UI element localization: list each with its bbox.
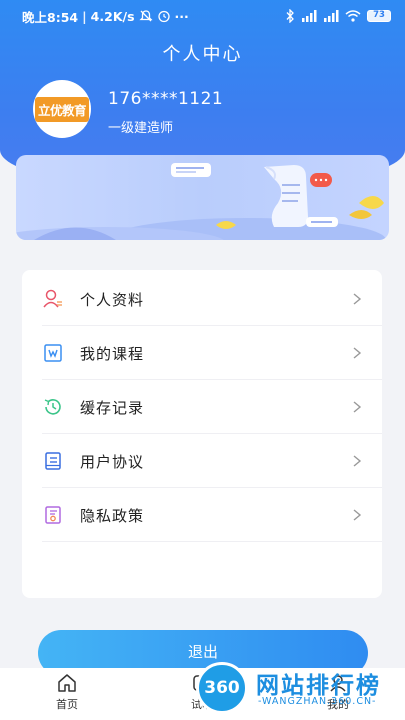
menu-item-privacy[interactable]: 隐私政策 bbox=[22, 488, 382, 542]
chevron-right-icon bbox=[353, 347, 362, 359]
menu-item-label: 隐私政策 bbox=[80, 506, 145, 525]
history-icon bbox=[44, 399, 61, 415]
home-icon bbox=[58, 674, 76, 692]
tab-label: 首页 bbox=[56, 698, 78, 711]
signal-icon bbox=[302, 10, 317, 22]
watermark-subtext: -WANGZHAN.360.CN- bbox=[258, 696, 377, 707]
agreement-icon bbox=[45, 452, 61, 470]
signal-icon bbox=[324, 10, 339, 22]
menu-item-label: 用户协议 bbox=[80, 452, 145, 471]
page-title: 个人中心 bbox=[162, 44, 243, 65]
watermark: 360 网站排行榜 -WANGZHAN.360.CN- bbox=[196, 660, 405, 720]
watermark-text: 网站排行榜 bbox=[256, 673, 381, 699]
status-bar: 晚上8:54 | 4.2K/s ··· 73 bbox=[0, 0, 405, 32]
menu-item-cache[interactable]: 缓存记录 bbox=[22, 380, 382, 434]
alarm-icon bbox=[157, 10, 170, 23]
user-phone: 176****1121 bbox=[108, 89, 224, 109]
status-more: ··· bbox=[174, 8, 189, 24]
menu-item-label: 缓存记录 bbox=[80, 398, 145, 417]
chevron-right-icon bbox=[353, 401, 362, 413]
user-role: 一级建造师 bbox=[108, 121, 174, 136]
user-profile-icon bbox=[43, 289, 62, 308]
status-network-speed: 4.2K/s bbox=[90, 8, 135, 24]
status-time: 晚上8:54 bbox=[22, 9, 79, 25]
divider bbox=[42, 541, 382, 542]
menu-card: 个人资料 我的课程 缓存记录 用户协议 隐私政策 bbox=[22, 270, 382, 598]
banner-illustration bbox=[16, 163, 386, 240]
watermark-badge: 360 bbox=[196, 662, 248, 714]
chevron-right-icon bbox=[353, 293, 362, 305]
mute-icon bbox=[138, 10, 153, 22]
course-icon bbox=[44, 344, 62, 362]
menu-item-label: 我的课程 bbox=[80, 344, 145, 363]
menu-item-courses[interactable]: 我的课程 bbox=[22, 326, 382, 380]
privacy-icon bbox=[45, 506, 61, 524]
bluetooth-icon bbox=[286, 9, 294, 23]
promo-banner[interactable] bbox=[16, 155, 389, 240]
menu-item-agreement[interactable]: 用户协议 bbox=[22, 434, 382, 488]
menu-item-label: 个人资料 bbox=[80, 290, 145, 309]
chevron-right-icon bbox=[353, 455, 362, 467]
avatar-logo: 立优教育 bbox=[34, 96, 89, 122]
menu-item-profile[interactable]: 个人资料 bbox=[22, 272, 382, 326]
chevron-right-icon bbox=[353, 509, 362, 521]
tab-home[interactable]: 首页 bbox=[37, 672, 97, 712]
battery-indicator: 73 bbox=[367, 10, 391, 22]
avatar[interactable]: 立优教育 bbox=[33, 80, 91, 138]
wifi-icon bbox=[345, 10, 361, 22]
